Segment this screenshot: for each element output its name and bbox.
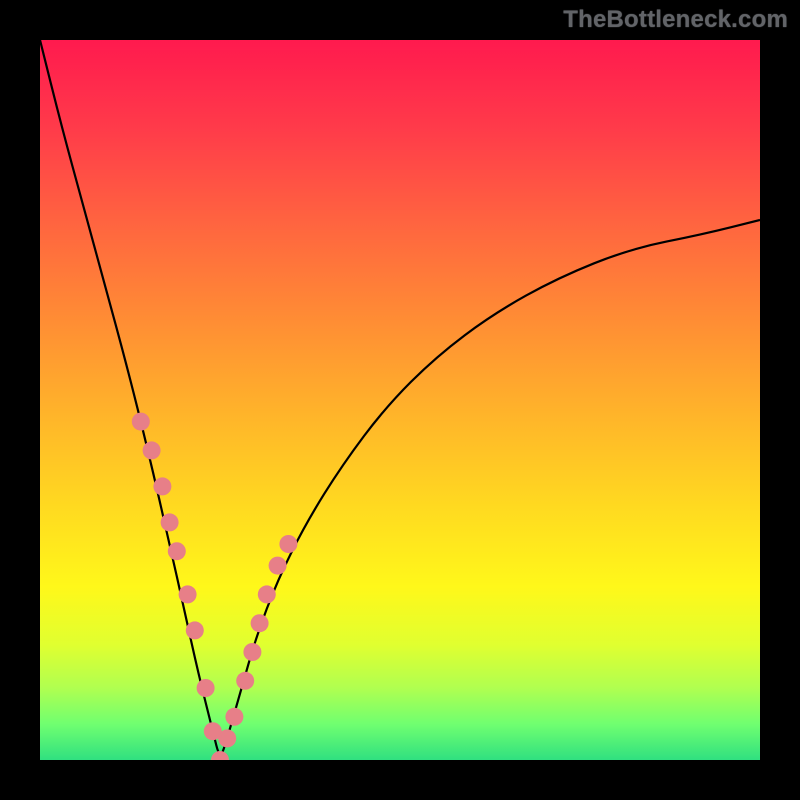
data-markers bbox=[132, 413, 298, 760]
data-marker bbox=[243, 643, 261, 661]
data-marker bbox=[161, 513, 179, 531]
watermark-text: TheBottleneck.com bbox=[563, 6, 788, 34]
data-marker bbox=[236, 672, 254, 690]
data-marker bbox=[132, 413, 150, 431]
data-marker bbox=[186, 621, 204, 639]
curve-svg bbox=[40, 40, 760, 760]
bottleneck-curve bbox=[40, 40, 760, 754]
data-marker bbox=[225, 708, 243, 726]
data-marker bbox=[211, 751, 229, 760]
data-marker bbox=[279, 535, 297, 553]
data-marker bbox=[218, 729, 236, 747]
data-marker bbox=[143, 441, 161, 459]
data-marker bbox=[179, 585, 197, 603]
data-marker bbox=[153, 477, 171, 495]
data-marker bbox=[258, 585, 276, 603]
data-marker bbox=[197, 679, 215, 697]
chart-plot-area bbox=[40, 40, 760, 760]
data-marker bbox=[251, 614, 269, 632]
data-marker bbox=[269, 557, 287, 575]
data-marker bbox=[168, 542, 186, 560]
